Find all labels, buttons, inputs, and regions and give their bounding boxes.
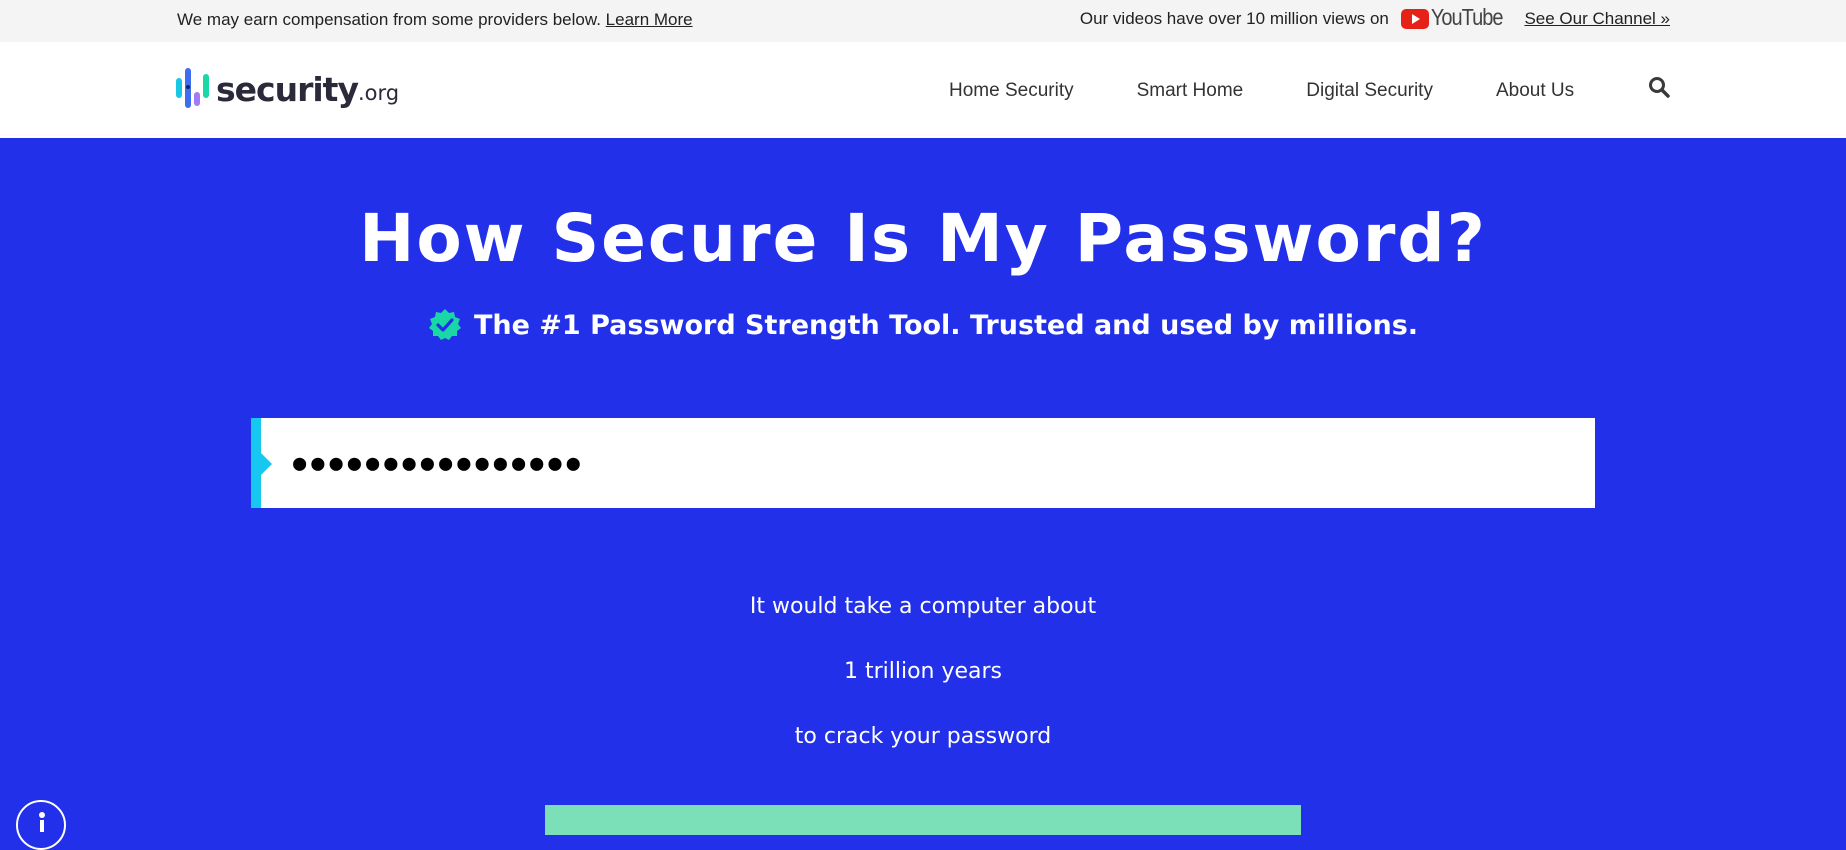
site-header: security .org Home Security Smart Home D… bbox=[0, 42, 1846, 138]
learn-more-link[interactable]: Learn More bbox=[606, 10, 693, 29]
nav-home-security[interactable]: Home Security bbox=[949, 80, 1074, 102]
result-intro: It would take a computer about bbox=[749, 594, 1097, 619]
disclosure-text-group: We may earn compensation from some provi… bbox=[177, 10, 693, 30]
disclosure-text: We may earn compensation from some provi… bbox=[177, 10, 601, 29]
crack-time: 1 trillion years bbox=[843, 659, 1003, 684]
channel-promo: Our videos have over 10 million views on… bbox=[1079, 5, 1670, 31]
nav-digital-security[interactable]: Digital Security bbox=[1306, 80, 1433, 102]
logo-name: security bbox=[216, 70, 359, 109]
search-icon[interactable] bbox=[1648, 76, 1670, 98]
logo-tld: .org bbox=[357, 81, 400, 105]
youtube-logo: YouTube bbox=[1400, 5, 1504, 31]
see-channel-link[interactable]: See Our Channel » bbox=[1524, 9, 1670, 29]
site-logo[interactable]: security .org bbox=[176, 68, 399, 108]
subtitle-text: The #1 Password Strength Tool. Trusted a… bbox=[473, 309, 1419, 341]
result-outro: to crack your password bbox=[794, 724, 1052, 749]
youtube-wordmark: YouTube bbox=[1430, 5, 1504, 31]
accessibility-icon[interactable] bbox=[16, 800, 66, 850]
nav-about-us[interactable]: About Us bbox=[1496, 80, 1574, 102]
verified-check-icon bbox=[428, 308, 462, 342]
password-field-container bbox=[251, 418, 1595, 508]
disclosure-bar: We may earn compensation from some provi… bbox=[0, 0, 1846, 42]
page-title: How Secure Is My Password? bbox=[359, 200, 1487, 277]
subtitle: The #1 Password Strength Tool. Trusted a… bbox=[0, 308, 1846, 342]
main-nav: Home Security Smart Home Digital Securit… bbox=[949, 80, 1574, 102]
password-input[interactable] bbox=[291, 438, 1571, 488]
caret-icon bbox=[261, 453, 272, 475]
youtube-play-icon bbox=[1400, 8, 1429, 29]
nav-smart-home[interactable]: Smart Home bbox=[1137, 80, 1244, 102]
logo-mark-icon bbox=[176, 68, 212, 108]
strength-meter bbox=[545, 805, 1301, 835]
views-text: Our videos have over 10 million views on bbox=[1079, 8, 1389, 28]
